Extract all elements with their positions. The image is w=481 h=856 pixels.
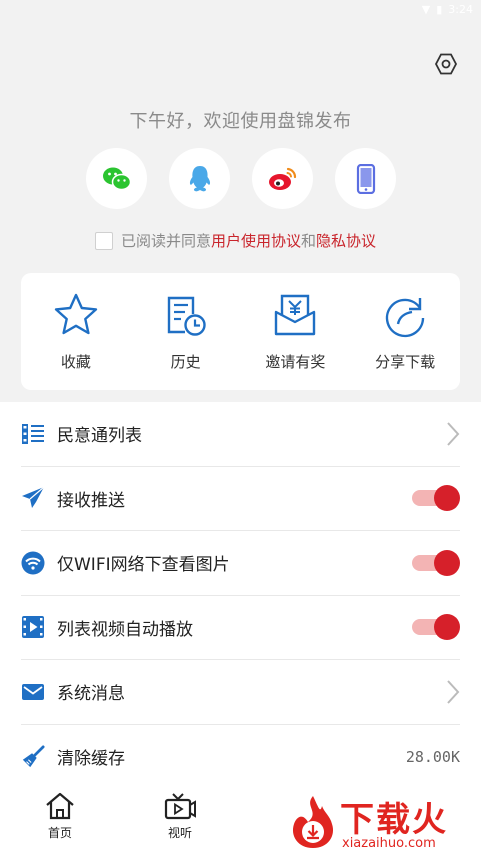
greeting-text: 下午好，欢迎使用盘锦发布 [129, 111, 352, 132]
cache-size-value: 28.00K [405, 747, 460, 766]
share-download-label: 分享下载 [375, 353, 436, 371]
share-download-button[interactable]: 分享下载 [350, 273, 460, 390]
settings-label: 接收推送 [57, 490, 125, 511]
nav-item-av[interactable]: 视听 [120, 782, 240, 856]
settings-row-push[interactable]: 接收推送 [21, 467, 460, 531]
watermark-logo: 下载火 xiazaihuo.com [284, 788, 481, 856]
history-button[interactable]: 历史 [131, 273, 241, 390]
qq-login-button[interactable] [169, 148, 230, 209]
mail-icon [22, 683, 44, 700]
push-toggle[interactable] [412, 485, 460, 512]
list-icon [22, 423, 44, 444]
settings-label: 仅WIFI网络下查看图片 [57, 555, 230, 576]
download-fire-logo-icon [292, 796, 334, 848]
user-agreement-link[interactable]: 用户使用协议 [211, 230, 301, 251]
quick-actions-card: 收藏 历史 邀请有奖 分享下载 [21, 273, 460, 390]
wifi-images-toggle[interactable] [412, 549, 460, 576]
agreement-checkbox[interactable] [95, 231, 113, 250]
agreement-row: 已阅读并同意 用户使用协议 和 隐私协议 [95, 230, 376, 251]
phone-login-button[interactable] [335, 148, 396, 209]
weibo-icon [268, 167, 296, 190]
status-icons: ▼ ▮ 3:24 [422, 3, 473, 16]
login-options [86, 148, 396, 209]
status-bar: ▼ ▮ 3:24 [0, 0, 481, 22]
video-icon [22, 616, 44, 639]
settings-icon [434, 53, 458, 75]
settings-row-system-messages[interactable]: 系统消息 [21, 660, 460, 725]
settings-row-clear-cache[interactable]: 清除缓存 28.00K [21, 725, 460, 790]
status-time: 3:24 [448, 3, 473, 16]
weibo-login-button[interactable] [252, 148, 313, 209]
wifi-icon [21, 551, 45, 575]
privacy-policy-link[interactable]: 隐私协议 [316, 230, 376, 251]
settings-list: 民意通列表 接收推送 仅WIFI网络下查看图片 列表视频自动播放 系统消息 清除… [0, 402, 481, 782]
settings-label: 清除缓存 [57, 749, 125, 770]
history-icon [167, 296, 206, 336]
settings-label: 列表视频自动播放 [57, 619, 193, 640]
agreement-conjunction: 和 [301, 232, 317, 250]
signal-icon: ▼ [421, 3, 431, 16]
invite-reward-label: 邀请有奖 [265, 353, 326, 371]
nav-label: 视听 [167, 826, 192, 840]
settings-row-autoplay[interactable]: 列表视频自动播放 [21, 596, 460, 660]
share-icon [385, 298, 425, 338]
tv-icon [164, 793, 196, 820]
favorites-label: 收藏 [60, 353, 91, 371]
nav-label: 首页 [47, 826, 72, 840]
settings-row-minyitong[interactable]: 民意通列表 [21, 402, 460, 467]
phone-icon [356, 163, 375, 194]
qq-icon [189, 165, 210, 191]
paper-plane-icon [22, 486, 45, 509]
invite-reward-button[interactable]: 邀请有奖 [241, 273, 351, 390]
chevron-right-icon [447, 422, 460, 446]
star-icon [54, 293, 98, 335]
wechat-icon [102, 167, 131, 190]
invite-reward-icon [275, 294, 316, 336]
watermark-subtitle: xiazaihuo.com [342, 836, 436, 851]
nav-item-home[interactable]: 首页 [0, 782, 120, 856]
battery-icon: ▮ [436, 3, 443, 16]
watermark-title: 下载火 [340, 800, 448, 840]
chevron-right-icon [447, 680, 460, 704]
agreement-prefix: 已阅读并同意 [121, 232, 212, 250]
broom-icon [22, 745, 45, 767]
history-label: 历史 [170, 353, 201, 371]
home-icon [46, 792, 74, 820]
settings-button[interactable] [432, 50, 460, 78]
settings-row-wifi-images[interactable]: 仅WIFI网络下查看图片 [21, 531, 460, 596]
wechat-login-button[interactable] [86, 148, 147, 209]
autoplay-toggle[interactable] [412, 614, 460, 641]
settings-label: 系统消息 [57, 684, 125, 705]
favorites-button[interactable]: 收藏 [21, 273, 131, 390]
settings-label: 民意通列表 [57, 426, 142, 447]
